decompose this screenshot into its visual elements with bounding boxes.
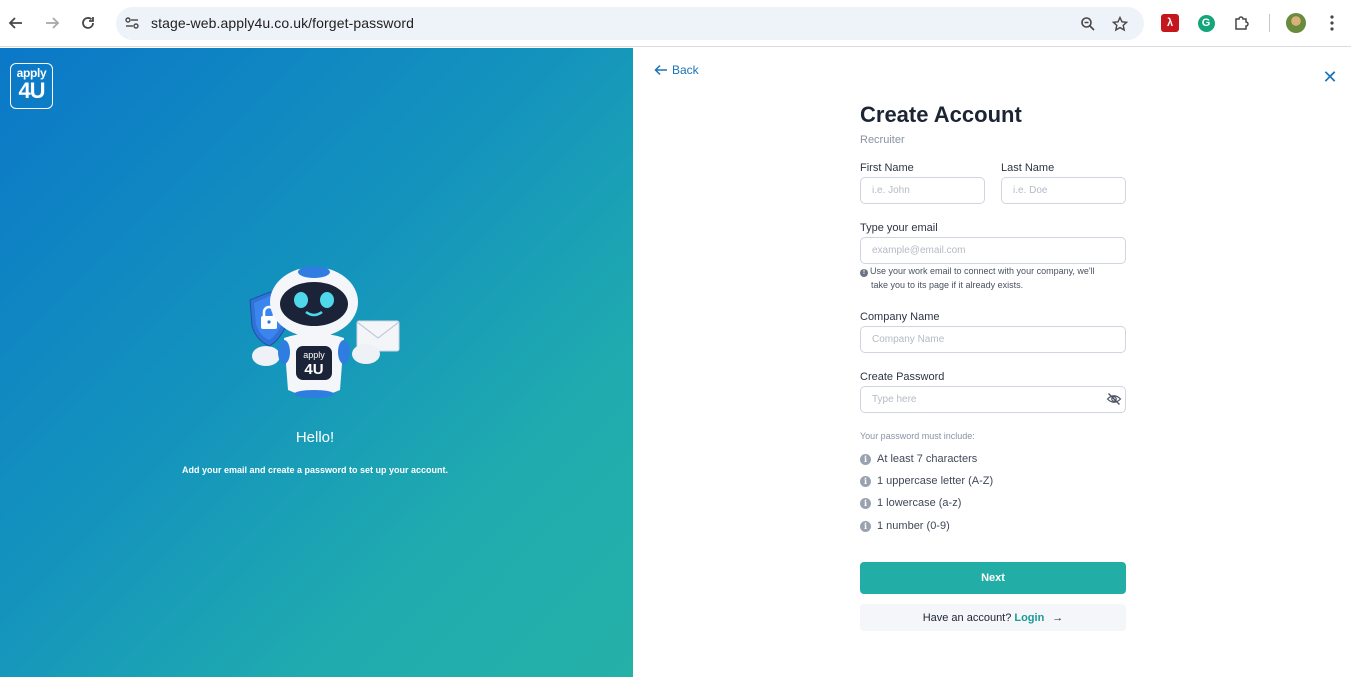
password-label: Create Password: [860, 371, 945, 383]
robot-badge-line1: apply: [303, 350, 325, 360]
apply4u-logo[interactable]: apply 4U: [10, 63, 53, 109]
info-icon: i: [860, 520, 871, 532]
hero-greeting: Hello!: [295, 429, 335, 446]
rule-text: 1 uppercase letter (A-Z): [877, 475, 994, 487]
address-bar[interactable]: stage-web.apply4u.co.uk/forget-password: [116, 7, 1144, 40]
login-link[interactable]: Login: [1014, 612, 1044, 624]
close-icon[interactable]: ✕: [1321, 68, 1339, 86]
logo-line2: 4U: [18, 78, 45, 103]
rule-text: 1 number (0-9): [877, 520, 950, 532]
grammarly-extension-icon[interactable]: G: [1195, 12, 1217, 34]
eye-off-icon[interactable]: [1106, 391, 1122, 407]
pdf-extension-icon[interactable]: λ: [1159, 12, 1181, 34]
extensions-puzzle-icon[interactable]: [1231, 12, 1253, 34]
hero-panel: apply 4U apply 4U Hello! Add your email …: [0, 48, 633, 677]
last-name-label: Last Name: [1001, 162, 1055, 174]
hero-subtitle: Add your email and create a password to …: [181, 465, 449, 475]
password-rules-title: Your password must include:: [860, 431, 975, 441]
back-arrow-icon[interactable]: [4, 11, 28, 35]
password-input[interactable]: [860, 386, 1126, 413]
arrow-right-icon[interactable]: →: [1052, 612, 1063, 624]
toolbar-divider: [1269, 14, 1270, 32]
back-link[interactable]: Back: [654, 63, 699, 77]
rule-text: 1 lowercase (a-z): [877, 497, 962, 509]
email-input[interactable]: [860, 237, 1126, 264]
forward-arrow-icon[interactable]: [40, 11, 64, 35]
info-icon: i: [860, 475, 871, 487]
browser-toolbar: stage-web.apply4u.co.uk/forget-password …: [0, 0, 1351, 47]
reload-icon[interactable]: [76, 11, 100, 35]
info-icon: i: [860, 497, 871, 509]
site-settings-icon[interactable]: [124, 15, 140, 31]
robot-badge-line2: 4U: [304, 361, 323, 378]
next-button[interactable]: Next: [860, 562, 1126, 594]
last-name-input[interactable]: [1001, 177, 1126, 204]
email-hint: ! Use your work email to connect with you…: [860, 264, 1130, 292]
profile-avatar[interactable]: [1285, 12, 1307, 34]
back-label: Back: [672, 63, 699, 77]
login-prompt: Have an account? Login →: [860, 604, 1126, 631]
form-title: Create Account: [860, 102, 1022, 127]
have-account-text: Have an account?: [922, 611, 1012, 624]
password-rule: i 1 number (0-9): [860, 520, 950, 532]
url-text: stage-web.apply4u.co.uk/forget-password: [151, 15, 415, 31]
rule-text: At least 7 characters: [877, 453, 978, 465]
robot-illustration: apply 4U: [249, 266, 400, 398]
email-label: Type your email: [860, 222, 938, 234]
first-name-input[interactable]: [860, 177, 985, 204]
email-hint-line2: take you to its page if it already exist…: [871, 280, 1024, 290]
info-icon: i: [860, 453, 871, 465]
password-rule: i At least 7 characters: [860, 453, 977, 465]
first-name-label: First Name: [860, 162, 914, 174]
email-hint-line1: Use your work email to connect with your…: [870, 266, 1095, 276]
company-label: Company Name: [860, 311, 940, 323]
more-menu-icon[interactable]: [1321, 12, 1343, 34]
password-rule: i 1 lowercase (a-z): [860, 497, 961, 509]
password-rule: i 1 uppercase letter (A-Z): [860, 475, 993, 487]
back-arrow-icon: [654, 64, 667, 76]
info-icon: !: [860, 269, 868, 277]
bookmark-star-icon[interactable]: [1110, 14, 1130, 34]
zoom-icon[interactable]: [1078, 14, 1098, 34]
form-subtitle: Recruiter: [860, 134, 905, 146]
company-input[interactable]: [860, 326, 1126, 353]
